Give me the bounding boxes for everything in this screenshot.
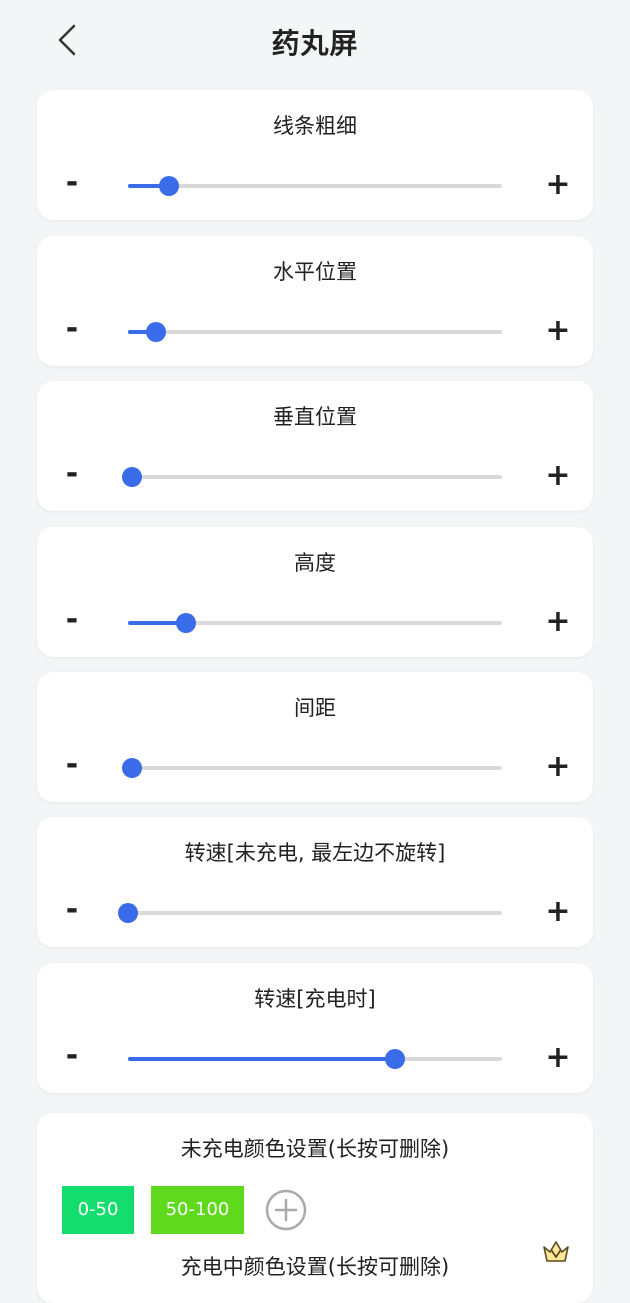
slider-track	[128, 184, 502, 188]
increase-button[interactable]: +	[541, 314, 575, 348]
slider-label: 转速[充电时]	[254, 987, 376, 1011]
slider-card-speed-charging: 转速[充电时] - +	[37, 963, 593, 1093]
slider-thumb[interactable]	[121, 467, 142, 487]
slider-card-line-width: 线条粗细 - +	[37, 90, 593, 220]
slider-fill	[128, 1057, 396, 1061]
decrease-button[interactable]: -	[59, 459, 85, 493]
slider-label: 水平位置	[273, 260, 357, 284]
increase-button[interactable]: +	[541, 1041, 575, 1075]
decrease-button[interactable]: -	[59, 314, 85, 348]
page-title: 药丸屏	[271, 27, 359, 60]
plus-circle-icon	[265, 1189, 307, 1231]
crown-icon[interactable]	[541, 1236, 571, 1266]
slider-track	[128, 766, 502, 770]
horizontal-position-slider[interactable]	[128, 322, 502, 342]
height-slider[interactable]	[128, 613, 502, 633]
increase-button[interactable]: +	[541, 605, 575, 639]
slider-thumb[interactable]	[175, 613, 196, 633]
decrease-button[interactable]: -	[59, 1041, 85, 1075]
add-color-button[interactable]	[265, 1189, 307, 1231]
charging-color-title: 充电中颜色设置(长按可删除)	[180, 1255, 450, 1279]
slider-thumb[interactable]	[385, 1049, 406, 1069]
speed-not-charging-slider[interactable]	[118, 903, 502, 923]
speed-charging-slider[interactable]	[128, 1049, 502, 1069]
slider-thumb[interactable]	[121, 758, 142, 778]
line-width-slider[interactable]	[128, 176, 502, 196]
decrease-button[interactable]: -	[59, 895, 85, 929]
slider-track	[128, 475, 502, 479]
slider-label: 线条粗细	[273, 114, 357, 138]
slider-track	[128, 330, 502, 334]
slider-track	[128, 911, 502, 915]
slider-card-spacing: 间距 - +	[37, 672, 593, 802]
slider-thumb[interactable]	[118, 903, 138, 923]
slider-card-speed-not-charging: 转速[未充电, 最左边不旋转] - +	[37, 817, 593, 947]
increase-button[interactable]: +	[541, 750, 575, 784]
slider-card-horizontal-position: 水平位置 - +	[37, 236, 593, 366]
slider-label: 转速[未充电, 最左边不旋转]	[184, 841, 446, 865]
slider-label: 垂直位置	[273, 405, 357, 429]
crown-icon-svg	[543, 1241, 569, 1262]
not-charging-color-title: 未充电颜色设置(长按可删除)	[180, 1137, 450, 1161]
vertical-position-slider[interactable]	[121, 467, 502, 487]
increase-button[interactable]: +	[541, 168, 575, 202]
slider-thumb[interactable]	[159, 176, 180, 196]
color-chip-0-50[interactable]: 0-50	[62, 1186, 134, 1234]
header: 药丸屏	[0, 0, 630, 82]
slider-card-vertical-position: 垂直位置 - +	[37, 381, 593, 511]
decrease-button[interactable]: -	[59, 605, 85, 639]
increase-button[interactable]: +	[541, 459, 575, 493]
slider-thumb[interactable]	[146, 322, 167, 342]
color-chip-50-100[interactable]: 50-100	[151, 1186, 244, 1234]
spacing-slider[interactable]	[121, 758, 502, 778]
decrease-button[interactable]: -	[59, 168, 85, 202]
slider-label: 高度	[294, 551, 336, 575]
color-settings-card: 未充电颜色设置(长按可删除) 0-50 50-100 充电中颜色设置(长按可删除…	[37, 1113, 593, 1303]
slider-card-height: 高度 - +	[37, 527, 593, 657]
slider-label: 间距	[294, 696, 336, 720]
increase-button[interactable]: +	[541, 895, 575, 929]
decrease-button[interactable]: -	[59, 750, 85, 784]
